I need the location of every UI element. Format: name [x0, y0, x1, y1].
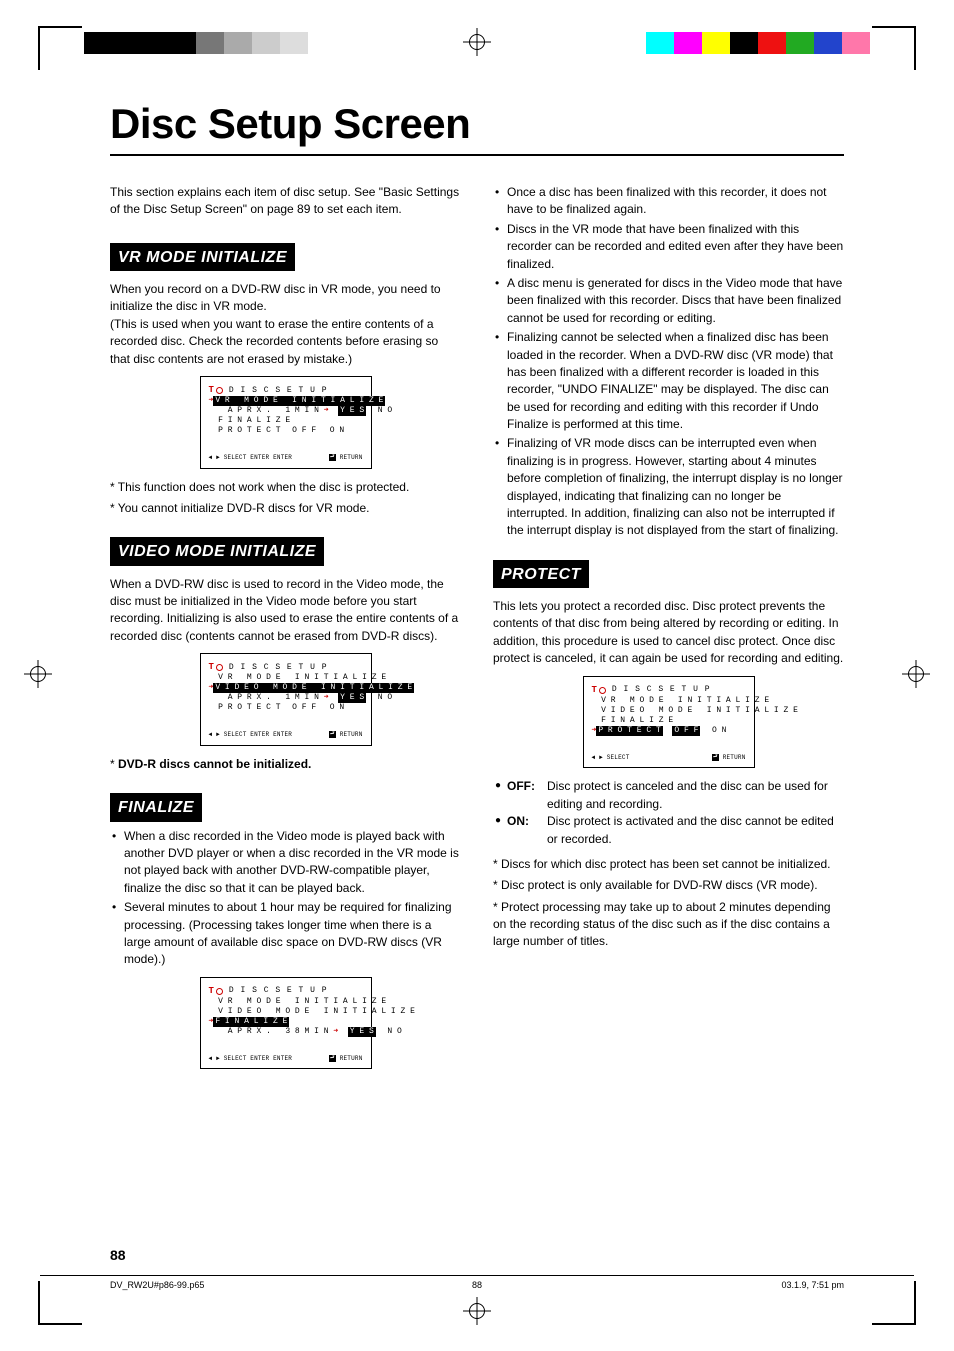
list-item: Discs in the VR mode that have been fina…: [493, 221, 844, 273]
finalize-bullets-before: When a disc recorded in the Video mode i…: [110, 828, 461, 969]
list-item: Finalizing cannot be selected when a fin…: [493, 329, 844, 433]
registration-cross-left: [24, 660, 52, 688]
list-item: Several minutes to about 1 hour may be r…: [110, 899, 461, 969]
section-heading-protect: PROTECT: [493, 560, 589, 588]
section-heading-video: VIDEO MODE INITIALIZE: [110, 537, 324, 565]
finalize-bullets-after: Once a disc has been finalized with this…: [493, 184, 844, 540]
protect-note-2: * Disc protect is only available for DVD…: [493, 877, 844, 894]
list-item: When a disc recorded in the Video mode i…: [110, 828, 461, 898]
page-content: Disc Setup Screen This section explains …: [110, 100, 844, 1261]
imprint-footer: DV_RW2U#p86-99.p65 88 03.1.9, 7:51 pm: [40, 1275, 914, 1301]
section-heading-vr: VR MODE INITIALIZE: [110, 243, 295, 271]
footer-file: DV_RW2U#p86-99.p65: [110, 1280, 204, 1290]
manual-page: Disc Setup Screen This section explains …: [0, 0, 954, 1351]
footer-timestamp: 03.1.9, 7:51 pm: [781, 1280, 844, 1290]
definition-item: OFF:Disc protect is canceled and the dis…: [493, 778, 844, 813]
list-item: A disc menu is generated for discs in th…: [493, 275, 844, 327]
osd-video: T D I S C S E T U P V R M O D E I N I T …: [200, 653, 372, 746]
registration-cross-bottom: [463, 1297, 491, 1325]
registration-cross-top: [463, 28, 491, 56]
osd-protect: T D I S C S E T U P V R M O D E I N I T …: [583, 676, 755, 769]
protect-note-3: * Protect processing may take up to abou…: [493, 899, 844, 951]
page-title: Disc Setup Screen: [110, 100, 844, 156]
color-bars-left: [84, 32, 308, 54]
video-note-strong: * DVD-R discs cannot be initialized.: [110, 756, 461, 773]
vr-note-2: * You cannot initialize DVD-R discs for …: [110, 500, 461, 517]
protect-defs: OFF:Disc protect is canceled and the dis…: [493, 778, 844, 848]
footer-page: 88: [472, 1280, 482, 1290]
section-heading-finalize: FINALIZE: [110, 793, 202, 821]
registration-marks-top: [0, 32, 954, 68]
protect-body: This lets you protect a recorded disc. D…: [493, 598, 844, 668]
list-item: Finalizing of VR mode discs can be inter…: [493, 435, 844, 539]
color-bars-right: [646, 32, 870, 54]
intro-text: This section explains each item of disc …: [110, 184, 461, 219]
registration-cross-right: [902, 660, 930, 688]
video-body: When a DVD-RW disc is used to record in …: [110, 576, 461, 646]
vr-note-1: * This function does not work when the d…: [110, 479, 461, 496]
page-number: 88: [110, 1247, 126, 1263]
list-item: Once a disc has been finalized with this…: [493, 184, 844, 219]
protect-note-1: * Discs for which disc protect has been …: [493, 856, 844, 873]
osd-vr: T D I S C S E T U P➜V R M O D E I N I T …: [200, 376, 372, 469]
definition-item: ON:Disc protect is activated and the dis…: [493, 813, 844, 848]
osd-finalize: T D I S C S E T U P V R M O D E I N I T …: [200, 977, 372, 1070]
vr-body: When you record on a DVD-RW disc in VR m…: [110, 281, 461, 368]
